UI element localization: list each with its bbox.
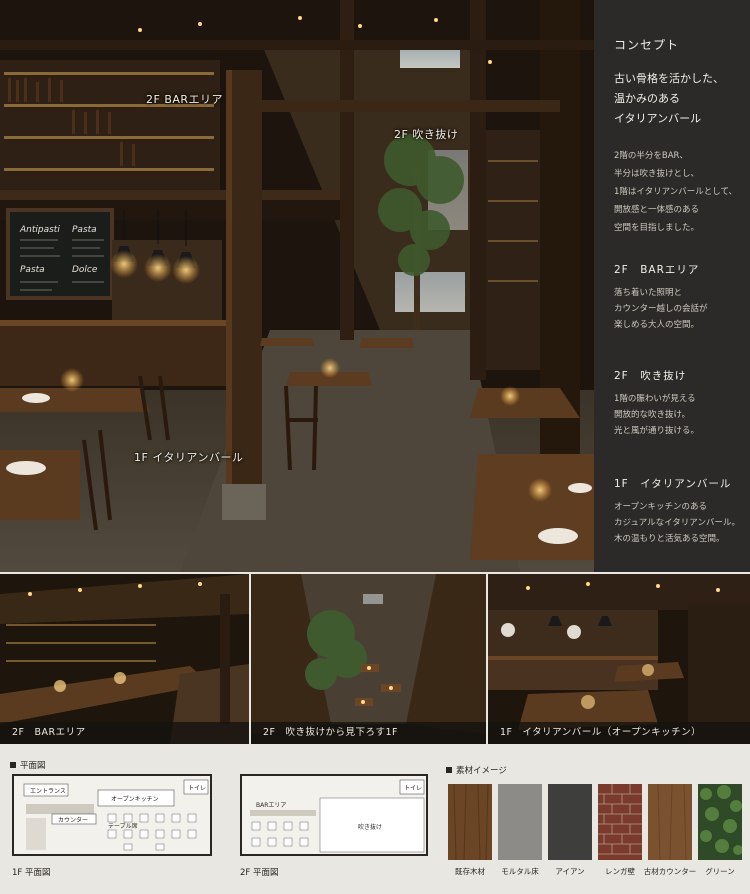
thumbnail-2f-void: 2F 吹き抜けから見下ろす1F [251, 574, 486, 744]
plan-2f-void: 吹き抜け [358, 823, 382, 831]
thumbnail-2f-void-image [251, 574, 486, 744]
swatch-green [698, 784, 743, 860]
plan-2f-toilet: トイレ [404, 785, 422, 792]
concept-body: 2階の半分をBAR、 半分は吹き抜けとし、 1階はイタリアンバールとして、 開放… [614, 151, 738, 233]
wood-texture [453, 783, 489, 861]
thumbnail-1f-kitchen: 1F イタリアンバール（オープンキッチン） [488, 574, 750, 744]
plan-1f-kitchen: オープンキッチン [111, 796, 159, 803]
thumbnail-caption: 1F イタリアンバール（オープンキッチン） [488, 722, 750, 744]
interior-illustration: Antipasti Pasta Pasta Dolce [0, 0, 594, 572]
thumbnail-caption: 2F BARエリア [0, 722, 249, 744]
chalkboard-right-sub: Dolce [72, 265, 98, 275]
hero-label-2f-void: 2F 吹き抜け [394, 128, 459, 141]
hero-label-2f-bar: 2F BARエリア [146, 93, 224, 106]
floor-plan-1f: エントランス オープンキッチン トイレ カウンター テーブル席 [12, 774, 212, 856]
floor-plan-2f: BARエリア トイレ 吹き抜け [240, 774, 428, 856]
thumbnail-2f-bar-image [0, 574, 249, 744]
thumbnail-1f-kitchen-image [488, 574, 750, 744]
section-title: 2F BARエリア [614, 264, 700, 276]
concept-section-2f-void: 2F 吹き抜け 1階の賑わいが見える 開放的な吹き抜け。 光と風が通り抜ける。 [614, 368, 748, 439]
section-body: 落ち着いた照明と カウンター越しの会話が 楽しめる大人の空間。 [614, 288, 708, 330]
chalkboard-left-sub: Pasta [20, 265, 45, 275]
concept-panel: コンセプト 古い骨格を活かした、 温かみのある イタリアンバール 2階の半分をB… [594, 0, 750, 572]
plan-2f-caption: 2F 平面図 [240, 868, 279, 878]
section-title: 1F イタリアンバール [614, 478, 732, 490]
hero-image: Antipasti Pasta Pasta Dolce 2F BARエリア 2F… [0, 0, 594, 572]
plan-1f-entrance: エントランス [30, 788, 66, 795]
swatch-mortar [498, 784, 542, 860]
material-label: グリーン [705, 867, 735, 876]
plan-1f-toilet: トイレ [188, 785, 206, 792]
plan-1f-table: テーブル席 [108, 822, 138, 830]
plan-1f-counter: カウンター [58, 816, 88, 824]
concept-heading: コンセプト [614, 38, 680, 52]
swatch-iron [548, 784, 592, 860]
section-title: 2F 吹き抜け [614, 370, 687, 382]
section-body: 1階の賑わいが見える 開放的な吹き抜け。 光と風が通り抜ける。 [614, 394, 700, 436]
thumbnail-strip: 2F BARエリア 2F 吹き抜けから見下ろす1F 1F イタリアンバール（オー… [0, 574, 750, 744]
concept-section-2f-bar: 2F BARエリア 落ち着いた照明と カウンター越しの会話が 楽しめる大人の空間… [614, 262, 748, 333]
swatch-reclaimed-counter [648, 783, 692, 861]
section-body: オープンキッチンのある カジュアルなイタリアンバール。 木の温もりと活気ある空間… [614, 502, 740, 544]
chalkboard-left-title: Antipasti [19, 225, 60, 235]
plan-2f-bar: BARエリア [256, 802, 286, 809]
swatch-brick [598, 784, 642, 860]
plan-1f-caption: 1F 平面図 [12, 868, 51, 878]
chalkboard-right-title: Pasta [72, 225, 97, 235]
floor-plan-heading: 平面図 [10, 759, 46, 771]
swatch-existing-wood [448, 783, 492, 861]
thumbnail-2f-bar: 2F BARエリア [0, 574, 249, 744]
brick-texture [598, 784, 642, 855]
concept-tagline: 古い骨格を活かした、 温かみのある イタリアンバール [614, 72, 724, 125]
leaf-texture [700, 785, 743, 855]
materials-heading: 素材イメージ [446, 764, 507, 776]
hero-label-1f-italian: 1F イタリアンバール [134, 451, 244, 464]
thumbnail-caption: 2F 吹き抜けから見下ろす1F [251, 722, 486, 744]
concept-section-1f-italian: 1F イタリアンバール オープンキッチンのある カジュアルなイタリアンバール。 … [614, 476, 748, 547]
counter-texture [657, 783, 687, 861]
